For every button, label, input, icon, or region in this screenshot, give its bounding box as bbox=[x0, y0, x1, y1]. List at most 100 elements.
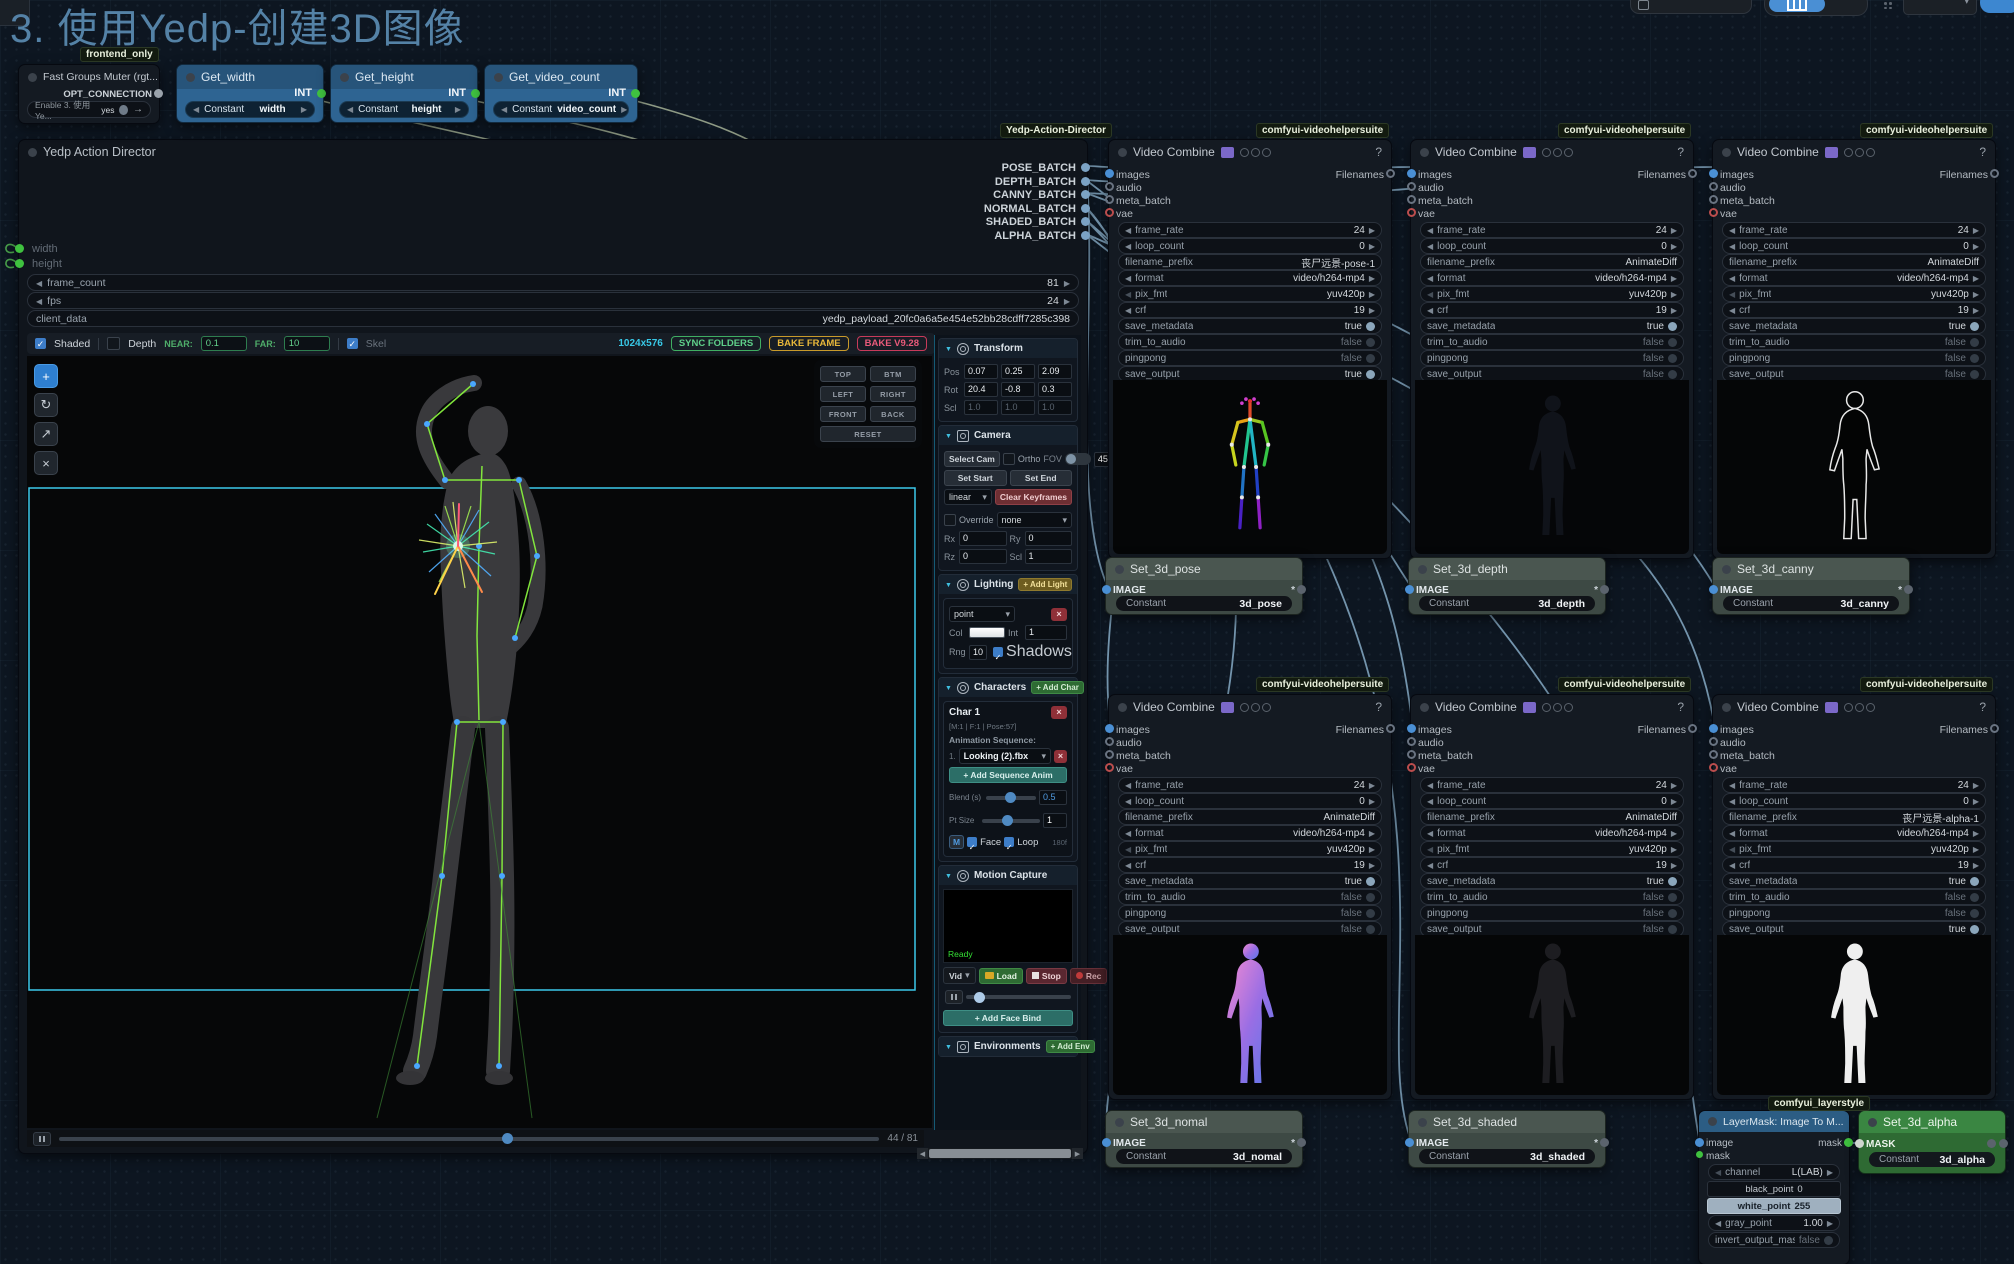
add-light-button[interactable]: + Add Light bbox=[1018, 578, 1072, 591]
light-type-dropdown[interactable]: point bbox=[949, 606, 1015, 622]
help-icon[interactable]: ? bbox=[1979, 700, 1986, 714]
delete-anim-button[interactable] bbox=[1054, 750, 1067, 763]
ptsize-handle[interactable] bbox=[1002, 815, 1013, 826]
far-input[interactable]: 10 bbox=[284, 336, 330, 351]
collapse-dot[interactable] bbox=[1708, 1117, 1717, 1126]
input-dot-vae[interactable] bbox=[1105, 763, 1114, 772]
output-dot[interactable] bbox=[1600, 585, 1609, 594]
pingpong-toggle[interactable]: pingpongfalse bbox=[1722, 905, 1986, 921]
light-color-swatch[interactable] bbox=[969, 627, 1005, 638]
left-arrow-icon[interactable] bbox=[501, 104, 507, 115]
gray-point-widget[interactable]: gray_point1.00 bbox=[1708, 1215, 1840, 1231]
video-combine-node-pose[interactable]: Video Combine? imagesFilenames audio met… bbox=[1108, 139, 1392, 559]
save-metadata-toggle[interactable]: save_metadatatrue bbox=[1420, 318, 1684, 334]
scroll-right-icon[interactable]: ▶ bbox=[1072, 1148, 1083, 1159]
input-dot-audio[interactable] bbox=[1407, 737, 1416, 746]
collapse-icon[interactable] bbox=[945, 682, 952, 693]
rot-x-input[interactable]: 20.4 bbox=[964, 382, 998, 397]
load-button[interactable]: Load bbox=[979, 968, 1023, 984]
loop-count-widget[interactable]: loop_count0 bbox=[1722, 238, 1986, 254]
output-dot[interactable] bbox=[317, 89, 326, 98]
collapse-icon[interactable] bbox=[945, 430, 952, 441]
output-dot[interactable] bbox=[1297, 1138, 1306, 1147]
trim-to-audio-toggle[interactable]: trim_to_audiofalse bbox=[1118, 889, 1382, 905]
save-metadata-toggle[interactable]: save_metadatatrue bbox=[1420, 873, 1684, 889]
shaded-checkbox[interactable] bbox=[35, 338, 46, 349]
add-sequence-anim-button[interactable]: + Add Sequence Anim bbox=[949, 767, 1067, 783]
loop-count-widget[interactable]: loop_count0 bbox=[1118, 238, 1382, 254]
right-arrow-icon[interactable] bbox=[455, 104, 461, 115]
left-arrow-icon[interactable] bbox=[347, 104, 353, 115]
collapse-dot[interactable] bbox=[1868, 1118, 1877, 1127]
output-dot-pose[interactable] bbox=[1081, 163, 1090, 172]
input-dot-mask[interactable] bbox=[1696, 1151, 1703, 1158]
set-3d-depth-node[interactable]: Set_3d_depth IMAGE Constant3d_depth bbox=[1408, 557, 1606, 615]
input-dot-images[interactable] bbox=[1709, 169, 1718, 178]
constant-widget[interactable]: Constantvideo_count bbox=[493, 101, 629, 118]
input-dot-meta-batch[interactable] bbox=[1709, 750, 1718, 759]
shadows-checkbox[interactable] bbox=[993, 647, 1003, 657]
face-checkbox[interactable] bbox=[967, 837, 977, 847]
set-end-button[interactable]: Set End bbox=[1010, 470, 1073, 486]
workflow-dropdown[interactable]: ▾ bbox=[1903, 0, 1977, 15]
pix-fmt-widget[interactable]: pix_fmtyuv420p bbox=[1420, 286, 1684, 302]
pix-fmt-widget[interactable]: pix_fmtyuv420p bbox=[1118, 841, 1382, 857]
stop-button[interactable]: Stop bbox=[1026, 968, 1067, 984]
right-arrow-icon[interactable] bbox=[1064, 277, 1070, 289]
video-combine-node-shaded[interactable]: Video Combine? imagesFilenames audio met… bbox=[1410, 694, 1694, 1100]
characters-header[interactable]: Characters+ Add Char bbox=[939, 678, 1077, 697]
collapse-icon[interactable] bbox=[945, 343, 952, 354]
output-dot-normal[interactable] bbox=[1081, 204, 1090, 213]
fov-toggle[interactable] bbox=[1065, 453, 1091, 465]
blend-handle[interactable] bbox=[1005, 792, 1016, 803]
ptsize-slider[interactable] bbox=[982, 819, 1040, 823]
collapse-dot[interactable] bbox=[494, 73, 503, 82]
input-dot-image[interactable] bbox=[1709, 585, 1718, 594]
override-dropdown[interactable]: none bbox=[997, 512, 1072, 528]
collapse-dot[interactable] bbox=[1722, 703, 1731, 712]
filename-prefix-widget[interactable]: filename_prefix丧尸远景-alpha-1 bbox=[1722, 809, 1986, 825]
filename-prefix-widget[interactable]: filename_prefixAnimateDiff bbox=[1420, 254, 1684, 270]
input-dot-audio[interactable] bbox=[1709, 182, 1718, 191]
blend-input[interactable]: 0.5 bbox=[1039, 790, 1067, 805]
yedp-action-director-node[interactable]: Yedp Action Director POSE_BATCH DEPTH_BA… bbox=[18, 139, 1088, 1154]
run-button[interactable] bbox=[1980, 0, 2014, 13]
panel-scrollbar[interactable]: ◀▶ bbox=[917, 1148, 1083, 1159]
pix-fmt-widget[interactable]: pix_fmtyuv420p bbox=[1722, 286, 1986, 302]
format-widget[interactable]: formatvideo/h264-mp4 bbox=[1722, 270, 1986, 286]
output-dot-filenames[interactable] bbox=[1386, 724, 1395, 733]
collapse-icon[interactable] bbox=[945, 1041, 952, 1052]
collapse-dot[interactable] bbox=[340, 73, 349, 82]
crf-widget[interactable]: crf19 bbox=[1420, 857, 1684, 873]
transform-header[interactable]: Transform bbox=[939, 339, 1077, 358]
collapse-dot[interactable] bbox=[28, 73, 37, 82]
layermask-image-to-mask-node[interactable]: LayerMask: Image To M... imagemask mask … bbox=[1698, 1110, 1850, 1264]
frame-rate-widget[interactable]: frame_rate24 bbox=[1722, 222, 1986, 238]
pingpong-toggle[interactable]: pingpongfalse bbox=[1420, 350, 1684, 366]
pingpong-toggle[interactable]: pingpongfalse bbox=[1722, 350, 1986, 366]
blend-slider[interactable] bbox=[986, 796, 1036, 800]
ry-input[interactable]: 0 bbox=[1025, 531, 1073, 546]
pingpong-toggle[interactable]: pingpongfalse bbox=[1118, 905, 1382, 921]
format-widget[interactable]: formatvideo/h264-mp4 bbox=[1722, 825, 1986, 841]
help-icon[interactable]: ? bbox=[1375, 700, 1382, 714]
filename-prefix-widget[interactable]: filename_prefix丧尸远景-pose-1 bbox=[1118, 254, 1382, 270]
right-arrow-icon[interactable] bbox=[621, 104, 627, 115]
cam-scl-input[interactable]: 1 bbox=[1025, 549, 1073, 564]
input-dot-image[interactable] bbox=[1102, 1138, 1111, 1147]
video-preview-canny[interactable] bbox=[1717, 380, 1991, 554]
rot-y-input[interactable]: -0.8 bbox=[1001, 382, 1035, 397]
pos-x-input[interactable]: 0.07 bbox=[964, 364, 998, 379]
left-arrow-icon[interactable] bbox=[36, 295, 42, 307]
constant-widget[interactable]: Constantheight bbox=[339, 101, 469, 118]
video-combine-node-canny[interactable]: Video Combine? imagesFilenames audio met… bbox=[1712, 139, 1996, 559]
output-dot[interactable] bbox=[154, 89, 163, 98]
collapse-dot[interactable] bbox=[28, 148, 37, 157]
bake-frame-button[interactable]: BAKE FRAME bbox=[769, 336, 848, 351]
help-icon[interactable]: ? bbox=[1677, 145, 1684, 159]
video-preview-pose[interactable] bbox=[1113, 380, 1387, 554]
video-combine-node-alpha[interactable]: Video Combine? imagesFilenames audio met… bbox=[1712, 694, 1996, 1100]
scl-x-input[interactable]: 1.0 bbox=[964, 400, 998, 415]
channel-widget[interactable]: channelL(LAB) bbox=[1708, 1164, 1840, 1180]
3d-viewport[interactable]: + ↻ ↗ × TOP BTM LEFT RIGHT FRONT BACK RE… bbox=[27, 356, 932, 1128]
